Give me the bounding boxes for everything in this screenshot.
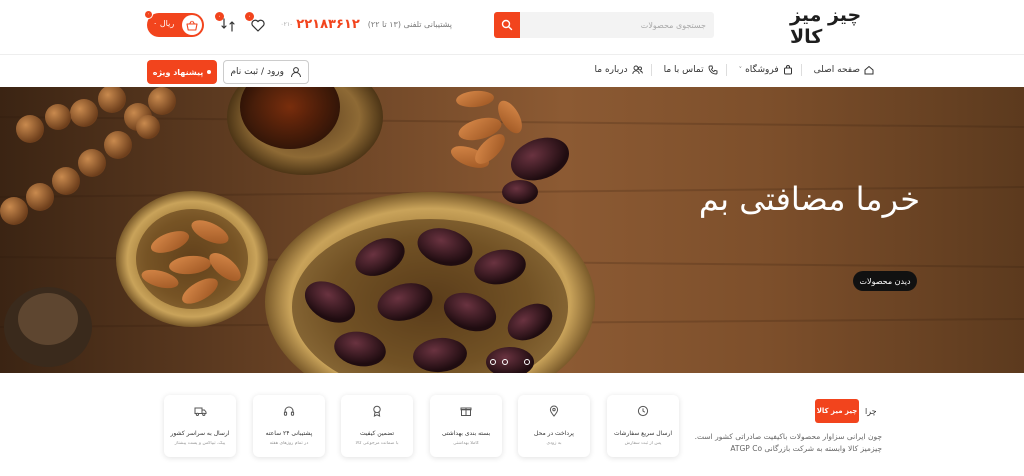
nav-menu: صفحه اصلی فروشگاه ˅ تماس با ما درباره ما [591,64,874,76]
phone-support: ۰۲۱- ۲۲۱۸۳۶۱۲ پشتیبانی تلفنی (۱۳ تا ۲۲) [280,12,452,36]
dot-icon [207,70,212,74]
basket-icon [186,20,198,31]
slider-dot[interactable] [502,359,508,365]
feature-card: پرداخت در محل به زودی [518,395,590,457]
nav-divider [650,64,652,76]
cart-count: ۰ [144,10,153,19]
login-label: ورود / ثبت نام [230,67,284,77]
location-pin-icon [546,403,562,419]
feature-subtitle: با ضمانت مرجوعی کالا [355,441,399,446]
features-section: ارسال سریع سفارشات پس از ثبت سفارش پرداخ… [0,373,1024,476]
feature-title: پشتیبانی ۲۴ ساعته [265,430,313,437]
feature-title: پرداخت در محل [534,430,574,437]
wishlist-button[interactable]: ۰ [245,12,267,34]
special-offer-label: پیشنهاد ویژه [152,67,204,77]
compare-button[interactable]: ۰ [215,12,237,34]
headphones-icon [281,403,297,419]
nav-item-label: درباره ما [594,65,628,75]
cart-total: ۰ ریال [153,19,175,28]
why-us-heading: چیز میز کالا چرا [815,399,881,423]
hero-image [0,87,1024,373]
nav-divider [725,64,727,76]
heart-icon [251,19,265,32]
nav-divider [800,64,802,76]
search-input[interactable] [520,12,714,38]
feature-card: تضمین کیفیت با ضمانت مرجوعی کالا [341,395,413,457]
login-register-button[interactable]: ورود / ثبت نام [223,60,309,84]
nav-item-label: فروشگاه [745,65,779,75]
feature-title: ارسال سریع سفارشات [613,430,673,437]
search-icon [501,19,513,31]
support-hours: پشتیبانی تلفنی (۱۳ تا ۲۲) [367,19,452,29]
compare-icon [221,18,235,32]
search-bar [494,12,714,38]
feature-title: ارسال به سراسر کشور [170,430,230,437]
wishlist-count: ۰ [245,12,254,21]
feature-subtitle: پیک، تیپاکس و پست پیشتاز [174,441,226,446]
compare-count: ۰ [215,12,224,21]
logo-text: چیز میز کالا [790,4,862,48]
site-logo[interactable]: چیز میز کالا [790,4,872,48]
nav-item-label: صفحه اصلی [813,65,860,75]
nav-item-shop[interactable]: فروشگاه ˅ [739,65,793,75]
feature-subtitle: کاملا بهداشتی [453,441,479,446]
support-area-code: ۰۲۱- [280,20,293,28]
award-medal-icon [369,403,385,419]
slider-dot[interactable] [524,359,530,365]
clock-icon [635,403,651,419]
phone-icon [708,65,718,75]
cart-icon-wrap [182,15,202,35]
gift-box-icon [458,403,474,419]
truck-icon [192,403,208,419]
feature-card: بسته بندی بهداشتی کاملا بهداشتی [430,395,502,457]
feature-title: بسته بندی بهداشتی [441,430,491,437]
support-phone[interactable]: ۲۲۱۸۳۶۱۲ [296,17,359,32]
nav-item-about[interactable]: درباره ما [595,65,643,75]
slider-dot[interactable] [490,359,496,365]
why-label: چرا [865,406,877,416]
user-icon [291,67,301,78]
cart-button[interactable]: ۰ ریال ۰ [144,10,204,37]
view-products-button[interactable]: دیدن محصولات [853,271,917,291]
feature-subtitle: به زودی [546,441,562,446]
nav-item-label: تماس با ما [663,65,704,75]
nav-item-home[interactable]: صفحه اصلی [814,65,874,75]
nav-item-contact[interactable]: تماس با ما [664,65,718,75]
chevron-down-icon: ˅ [738,66,743,74]
special-offer-button[interactable]: پیشنهاد ویژه [147,60,217,84]
slider-dots [490,359,530,365]
shop-bag-icon [783,65,792,75]
why-brand-badge: چیز میز کالا [815,399,859,423]
hero-slider: خرما مضافتی بم دیدن محصولات [0,87,1024,373]
feature-card: پشتیبانی ۲۴ ساعته در تمام روزهای هفته [253,395,325,457]
top-header: چیز میز کالا ۰۲۱- ۲۲۱۸۳۶۱۲ پشتیبانی تلفن… [0,0,1024,52]
search-button[interactable] [494,12,520,38]
about-text: چون ایرانی سزاوار محصولات باکیفیت صادرات… [694,432,882,453]
feature-title: تضمین کیفیت [359,430,395,437]
home-icon [864,65,874,75]
feature-subtitle: پس از ثبت سفارش [624,441,662,446]
users-icon [631,65,643,75]
feature-subtitle: در تمام روزهای هفته [269,441,309,446]
hero-title: خرما مضافتی بم [698,180,920,218]
feature-card: ارسال سریع سفارشات پس از ثبت سفارش [607,395,679,457]
feature-card: ارسال به سراسر کشور پیک، تیپاکس و پست پی… [164,395,236,457]
